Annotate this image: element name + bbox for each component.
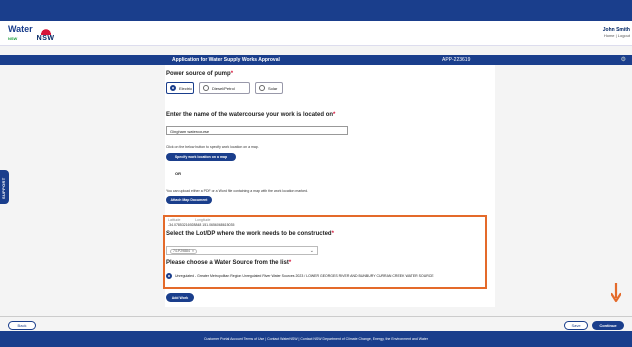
power-option-label: Electric [179,85,193,91]
divider [0,316,632,317]
required-marker: * [331,231,334,237]
user-links[interactable]: Home | Logout [603,33,630,38]
water-source-heading-text: Please choose a Water Source from the li… [166,260,289,266]
water-nsw-logo: Water NSW [8,25,33,43]
watercourse-input[interactable]: Gingham watercourse [166,126,348,135]
waratah-icon [38,26,53,35]
continue-button[interactable]: Continue [592,321,624,330]
attach-map-button[interactable]: Attach Map Document [166,196,212,204]
power-option-label: Solar [268,85,278,91]
required-marker: * [333,112,336,118]
chevron-down-icon[interactable]: ⌄ [310,248,314,254]
power-option-solar[interactable]: Solar [255,82,283,94]
power-source-heading-text: Power source of pump [166,71,231,77]
upload-instruction: You can upload either a PDF or a Word fi… [166,189,309,193]
brand-header [0,21,632,46]
lot-dp-heading: Select the Lot/DP where the work needs t… [166,231,334,237]
watercourse-heading-text: Enter the name of the watercourse your w… [166,112,334,118]
gear-icon[interactable]: ⚙ [621,56,626,63]
required-marker: * [288,260,292,266]
radio-checked-icon [166,273,172,279]
footer-links[interactable]: Customer Portal Account Terms of Use | C… [204,337,428,341]
support-tab[interactable]: SUPPORT [0,170,9,204]
lot-dp-select[interactable]: 7/1P29884 × ⌄ [166,246,318,255]
nsw-government-logo: NSW [37,26,55,42]
save-button[interactable]: Save [564,321,588,330]
power-option-label: Diesel/Petrol [212,85,235,91]
watercourse-heading: Enter the name of the watercourse your w… [166,112,335,118]
lot-dp-heading-text: Select the Lot/DP where the work needs t… [166,231,332,237]
longitude-value: 151.0656068615035 [202,222,235,227]
power-source-heading: Power source of pump* [166,71,233,77]
power-option-electric[interactable]: Electric [166,82,194,94]
map-instruction: Click on the below button to specify wor… [166,145,259,149]
water-source-heading: Please choose a Water Source from the li… [166,260,291,266]
support-tab-label: SUPPORT [1,177,6,199]
close-icon[interactable]: × [192,249,194,253]
radio-unchecked-icon [259,85,265,91]
radio-checked-icon [170,85,176,91]
radio-unchecked-icon [203,85,209,91]
water-source-label: Unregulated - Greater Metropolitan Regio… [175,274,434,278]
application-bar: Application for Water Supply Works Appro… [0,55,632,65]
application-number: APP-223619 [442,57,471,63]
or-divider: OR [175,171,181,176]
logo[interactable]: Water NSW NSW [8,25,55,43]
top-banner [0,0,632,21]
power-option-diesel[interactable]: Diesel/Petrol [199,82,250,94]
back-button[interactable]: Back [8,321,36,330]
user-menu[interactable]: John Smith Home | Logout [603,27,630,38]
required-marker: * [230,71,234,77]
logo-nsw-text: NSW [36,35,55,42]
logo-water-text: Water [8,24,33,34]
latitude-value: -34.07853216928848 [168,222,202,227]
latitude-label: Latitude [168,218,181,222]
lot-chip[interactable]: 7/1P29884 × [170,248,197,254]
specify-location-button[interactable]: Specify work location on a map [166,153,236,161]
application-title: Application for Water Supply Works Appro… [172,57,280,63]
coordinates: Latitude Longitude -34.07853216928848 15… [168,218,234,227]
water-source-option[interactable]: Unregulated - Greater Metropolitan Regio… [166,273,434,279]
add-work-button[interactable]: Add Work [166,293,194,302]
down-arrow-icon [611,283,621,303]
logo-water-sub: NSW [8,36,18,41]
longitude-label: Longitude [195,218,211,222]
footer: Customer Portal Account Terms of Use | C… [0,331,632,347]
lot-chip-label: 7/1P29884 [173,249,190,253]
